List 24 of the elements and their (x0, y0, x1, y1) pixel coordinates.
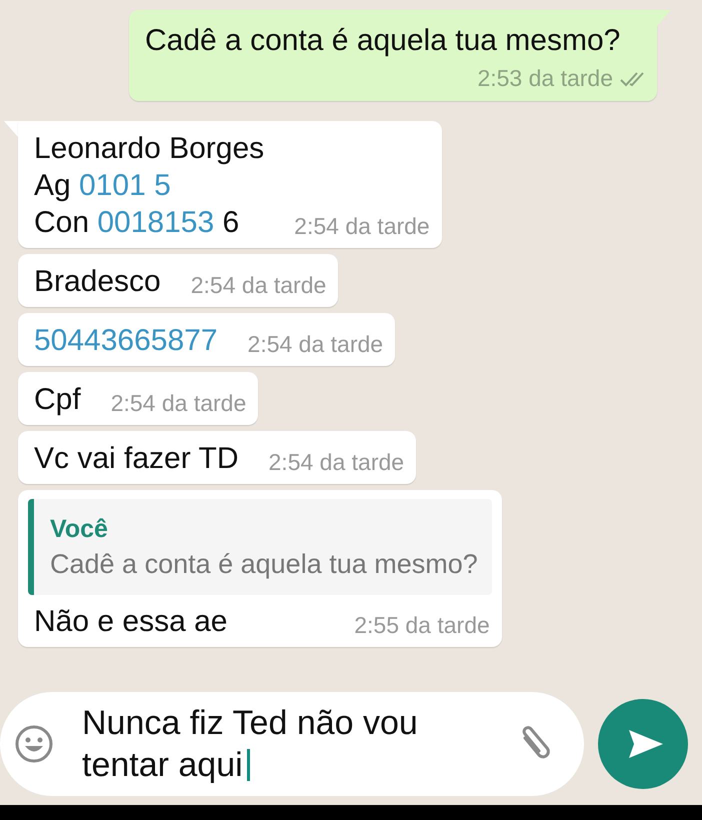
message-time: 2:54 da tarde (110, 390, 246, 417)
number-link[interactable]: 0101 5 (79, 169, 171, 202)
message-text: Cpf (34, 382, 81, 418)
message-text: Cadê a conta é aquela tua mesmo? (145, 23, 620, 59)
quote-author: Você (50, 514, 109, 545)
quote-text: Cadê a conta é aquela tua mesmo? (50, 548, 478, 581)
message-time: 2:55 da tarde (354, 612, 490, 639)
number-link[interactable]: 0018153 (97, 206, 214, 239)
message-text: Leonardo Borges (34, 131, 264, 167)
number-link[interactable]: 50443665877 (34, 324, 218, 357)
message-time: 2:54 da tarde (248, 331, 384, 358)
message-input[interactable]: Nunca fiz Ted não vou tentar aqui (82, 702, 452, 786)
message-text: Não e essa ae (34, 604, 228, 640)
message-text: Bradesco (34, 264, 161, 300)
message-text: Vc vai fazer TD (34, 441, 239, 477)
message-text: Con 0018153 6 (34, 205, 240, 241)
message-time: 2:53 da tarde (477, 65, 613, 92)
quoted-message[interactable]: Você Cadê a conta é aquela tua mesmo? (28, 499, 492, 595)
message-time: 2:54 da tarde (190, 272, 326, 299)
message-time: 2:54 da tarde (268, 449, 404, 476)
message-time: 2:54 da tarde (294, 213, 430, 240)
message-text: Ag 0101 5 (34, 168, 172, 204)
send-icon (627, 728, 665, 760)
smiley-icon (14, 724, 54, 764)
